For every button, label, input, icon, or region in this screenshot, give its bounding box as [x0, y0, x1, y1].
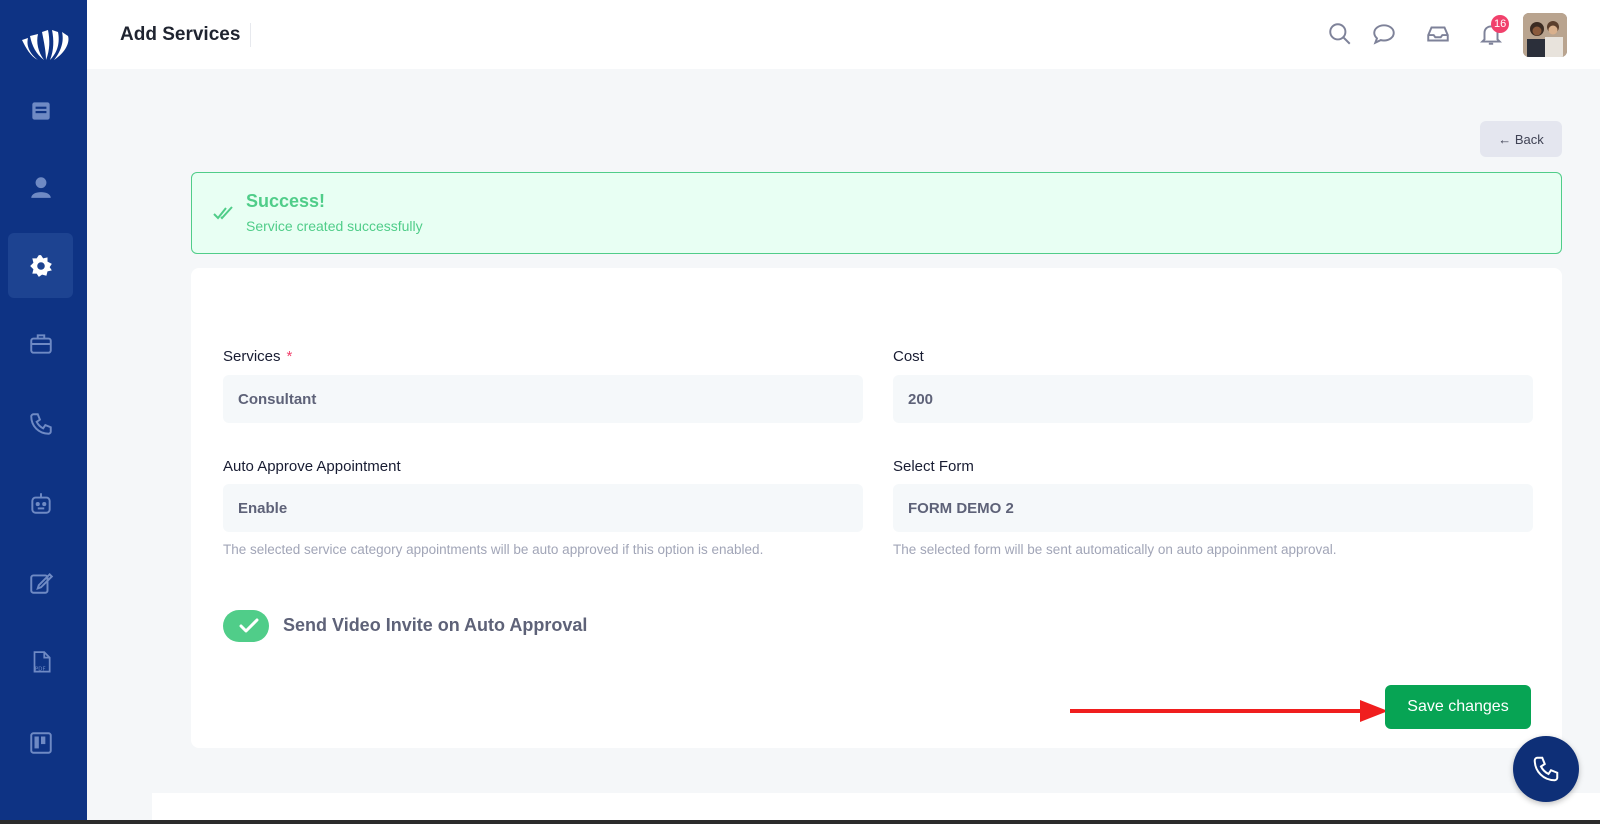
cost-label: Cost	[893, 348, 924, 365]
annotation-arrow-icon	[1070, 700, 1388, 722]
calendar-icon	[31, 101, 50, 120]
select-form-hint: The selected form will be sent automatic…	[893, 542, 1337, 557]
sidebar-item-board[interactable]	[8, 710, 73, 775]
services-input[interactable]: Consultant	[223, 375, 863, 423]
briefcase-icon	[29, 333, 52, 354]
required-mark: *	[286, 348, 293, 365]
phone-icon	[1533, 756, 1559, 782]
auto-approve-select[interactable]: Enable	[223, 484, 863, 532]
sidebar-item-users[interactable]	[8, 154, 73, 219]
gear-icon	[29, 254, 52, 277]
select-form-label: Select Form	[893, 458, 974, 475]
call-fab-button[interactable]	[1513, 736, 1579, 802]
alert-title: Success!	[246, 191, 326, 211]
service-form-card: Services * Consultant Cost 200 Auto Appro…	[191, 268, 1562, 748]
search-icon[interactable]	[1327, 21, 1353, 47]
back-button[interactable]: ← Back	[1480, 121, 1562, 157]
services-label: Services *	[223, 348, 292, 365]
cost-input[interactable]: 200	[893, 375, 1533, 423]
sidebar-item-bot[interactable]	[8, 470, 73, 535]
save-changes-button[interactable]: Save changes	[1385, 685, 1531, 729]
sidebar: PDF	[0, 0, 87, 824]
robot-icon	[30, 492, 51, 514]
phone-icon	[29, 412, 52, 435]
double-check-icon	[213, 206, 233, 220]
chat-icon[interactable]	[1371, 21, 1397, 47]
notification-badge: 16	[1491, 15, 1510, 33]
sidebar-item-settings[interactable]	[8, 233, 73, 298]
sidebar-item-calls[interactable]	[8, 391, 73, 456]
sidebar-item-edit[interactable]	[8, 550, 73, 615]
inbox-icon[interactable]	[1425, 21, 1451, 47]
sidebar-item-briefcase[interactable]	[8, 311, 73, 376]
topbar: Add Services 16	[87, 0, 1600, 69]
auto-approve-hint: The selected service category appointmen…	[223, 542, 764, 557]
services-label-text: Services	[223, 348, 281, 365]
select-form-select[interactable]: FORM DEMO 2	[893, 484, 1533, 532]
alert-message: Service created successfully	[246, 218, 423, 234]
edit-icon	[29, 572, 53, 594]
success-alert: Success! Service created successfully	[191, 172, 1562, 254]
user-icon	[30, 176, 51, 198]
svg-text:PDF: PDF	[35, 666, 46, 672]
window-bottom-edge	[0, 820, 1600, 824]
check-icon	[239, 618, 259, 633]
pdf-icon: PDF	[33, 650, 51, 672]
sidebar-item-pdf[interactable]: PDF	[8, 630, 73, 695]
sidebar-item-calendar[interactable]	[8, 78, 73, 143]
avatar-photo-icon	[1523, 13, 1567, 57]
app-logo[interactable]	[16, 18, 72, 66]
avatar[interactable]	[1523, 13, 1567, 57]
video-invite-label: Send Video Invite on Auto Approval	[283, 615, 588, 635]
board-icon	[29, 731, 52, 754]
video-invite-toggle[interactable]	[223, 610, 269, 642]
page-title: Add Services	[120, 23, 252, 47]
auto-approve-label: Auto Approve Appointment	[223, 458, 401, 475]
